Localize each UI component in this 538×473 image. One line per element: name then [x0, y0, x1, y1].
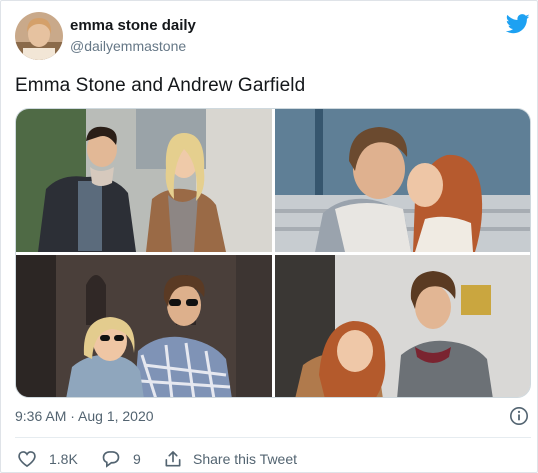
divider	[15, 437, 531, 438]
twitter-bird-icon[interactable]	[505, 13, 530, 35]
info-icon[interactable]	[509, 406, 529, 426]
avatar-photo	[15, 12, 63, 60]
author-display-name[interactable]: emma stone daily	[70, 17, 196, 34]
share-button[interactable]: Share this Tweet	[163, 447, 297, 471]
share-label: Share this Tweet	[193, 451, 298, 467]
media-grid	[15, 108, 531, 398]
like-count: 1.8K	[49, 451, 78, 467]
reply-count: 9	[133, 451, 141, 467]
share-icon	[165, 451, 181, 467]
avatar[interactable]	[15, 12, 63, 60]
author-handle[interactable]: @dailyemmastone	[70, 38, 186, 54]
heart-icon	[18, 451, 36, 468]
reply-bubble-icon	[102, 451, 120, 468]
photo-2[interactable]	[275, 109, 530, 252]
like-button[interactable]: 1.8K	[17, 447, 78, 471]
tweet-card: emma stone daily @dailyemmastone Emma St…	[0, 0, 538, 473]
tweet-timestamp[interactable]: 9:36 AM · Aug 1, 2020	[15, 408, 154, 424]
reply-button[interactable]: 9	[101, 447, 141, 471]
photo-1[interactable]	[16, 109, 272, 252]
photo-4[interactable]	[275, 255, 530, 397]
tweet-text: Emma Stone and Andrew Garfield	[15, 75, 306, 96]
photo-3[interactable]	[16, 255, 272, 397]
